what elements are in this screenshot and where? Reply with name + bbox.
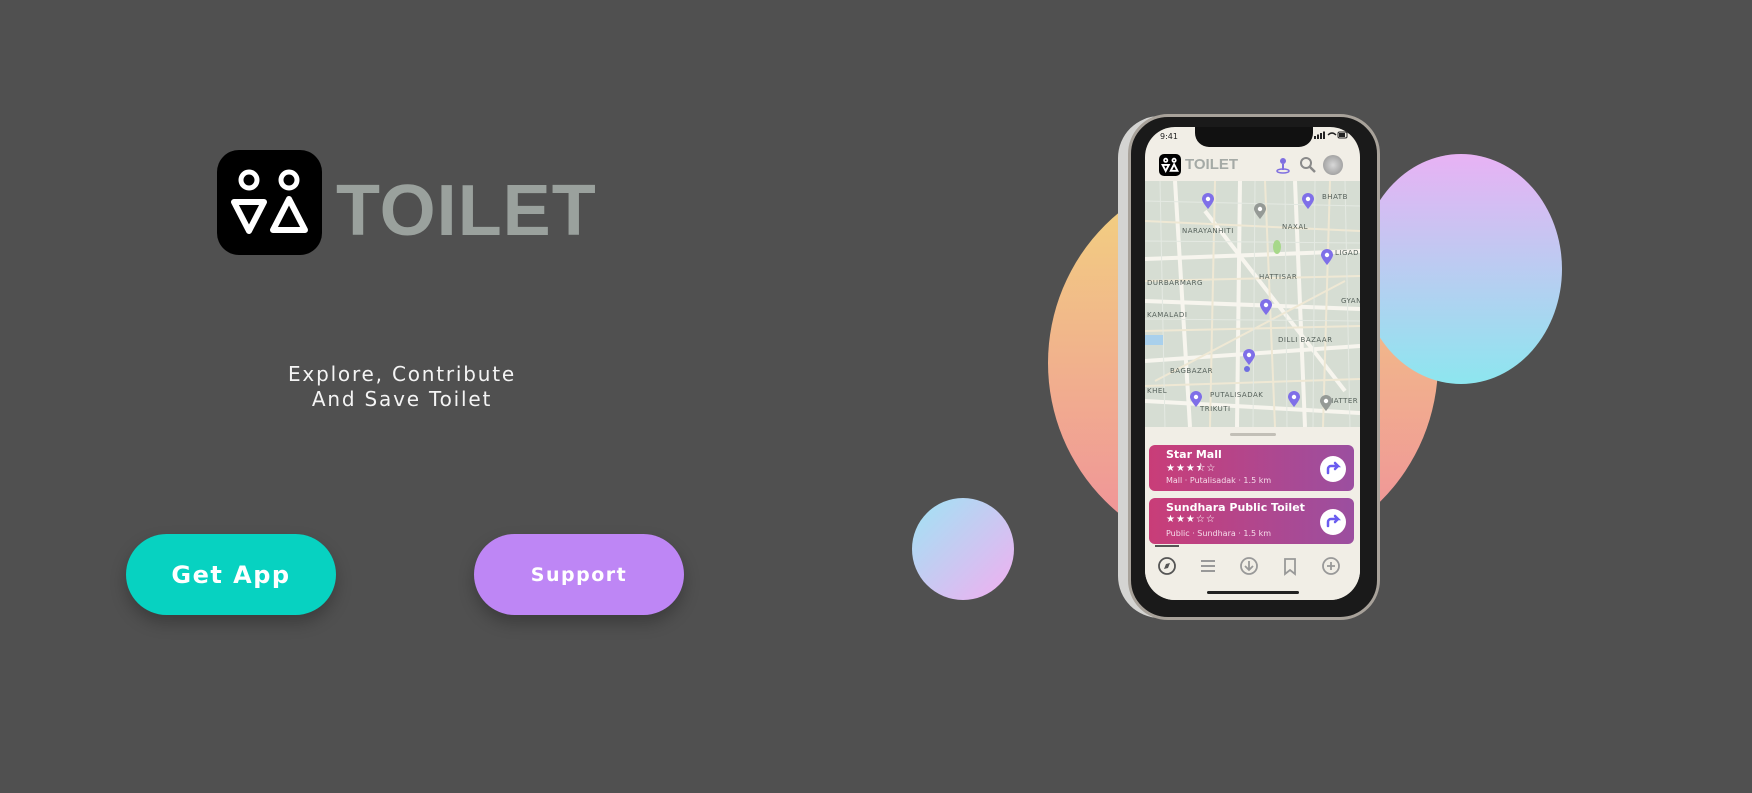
- map-label: BAGBAZAR: [1170, 367, 1213, 375]
- map-label: HATTISAR: [1259, 273, 1298, 281]
- app-logo: [217, 150, 322, 255]
- map-pin-icon[interactable]: [1288, 391, 1300, 407]
- card-rating: ★★★☆☆: [1166, 514, 1216, 525]
- person-pin-icon[interactable]: [1273, 155, 1293, 175]
- map-view[interactable]: NARAYANHITI NAXAL BHATB LIGAD HATTISAR D…: [1145, 181, 1360, 427]
- support-button[interactable]: Support: [474, 534, 684, 615]
- phone-screen: 9:41 TOILET NARAYANHITI NAXAL BHATB LIGA…: [1145, 127, 1360, 600]
- map-pin-icon[interactable]: [1202, 193, 1214, 209]
- map-label: DURBARMARG: [1147, 279, 1203, 287]
- app-header-logo: [1159, 154, 1181, 176]
- map-pin-icon[interactable]: [1243, 349, 1255, 365]
- card-title: Star Mall: [1166, 448, 1222, 461]
- download-icon[interactable]: [1238, 555, 1260, 577]
- card-meta: Public · Sundhara · 1.5 km: [1166, 529, 1272, 538]
- decor-circle-small: [912, 498, 1014, 600]
- map-label: NARAYANHITI: [1182, 227, 1234, 235]
- compass-icon[interactable]: [1156, 555, 1178, 577]
- get-app-button[interactable]: Get App: [126, 534, 336, 615]
- map-pin-icon[interactable]: [1320, 395, 1332, 411]
- search-icon[interactable]: [1298, 155, 1318, 175]
- brand-name: TOILET: [336, 171, 597, 251]
- sheet-handle[interactable]: [1230, 433, 1276, 436]
- status-icons: [1314, 131, 1348, 139]
- directions-button[interactable]: [1320, 456, 1346, 482]
- home-indicator: [1207, 591, 1299, 594]
- map-pin-icon[interactable]: [1190, 391, 1202, 407]
- map-label: BHATB: [1322, 193, 1348, 201]
- app-header-title: TOILET: [1185, 156, 1239, 173]
- directions-button[interactable]: [1320, 509, 1346, 535]
- toilet-people-icon: [231, 169, 308, 234]
- directions-icon: [1326, 461, 1342, 475]
- bookmark-icon[interactable]: [1279, 555, 1301, 577]
- card-title: Sundhara Public Toilet: [1166, 501, 1305, 514]
- phone-notch: [1195, 127, 1313, 147]
- map-label: PUTALISADAK: [1210, 391, 1264, 399]
- tagline: Explore, Contribute And Save Toilet: [240, 362, 564, 412]
- map-label: DILLI BAZAAR: [1278, 336, 1333, 344]
- card-meta: Mall · Putalisadak · 1.5 km: [1166, 476, 1272, 485]
- list-icon[interactable]: [1197, 555, 1219, 577]
- tagline-line-2: And Save Toilet: [311, 387, 493, 411]
- directions-icon: [1326, 514, 1342, 528]
- map-label: NAXAL: [1282, 223, 1309, 231]
- avatar[interactable]: [1323, 155, 1343, 175]
- active-tab-indicator: [1155, 545, 1179, 547]
- map-pin-icon[interactable]: [1321, 249, 1333, 265]
- map-pin-icon[interactable]: [1260, 299, 1272, 315]
- tagline-line-1: Explore, Contribute: [288, 362, 516, 386]
- map-label: LIGAD: [1335, 249, 1360, 257]
- map-label: KAMALADI: [1147, 311, 1188, 319]
- toilet-card-sundhara[interactable]: Sundhara Public Toilet ★★★☆☆ Public · Su…: [1149, 498, 1354, 544]
- map-pin-icon[interactable]: [1302, 193, 1314, 209]
- status-time: 9:41: [1160, 132, 1178, 141]
- map-label: TRIKUTI: [1200, 405, 1231, 413]
- add-icon[interactable]: [1320, 555, 1342, 577]
- toilet-people-icon: [1161, 157, 1179, 174]
- decor-circle-right: [1360, 154, 1562, 384]
- map-label: KHEL: [1147, 387, 1168, 395]
- map-pin-icon[interactable]: [1254, 203, 1266, 219]
- toilet-card-star-mall[interactable]: Star Mall ★★★⯪☆ Mall · Putalisadak · 1.5…: [1149, 445, 1354, 491]
- map-label: GYAN: [1341, 297, 1360, 305]
